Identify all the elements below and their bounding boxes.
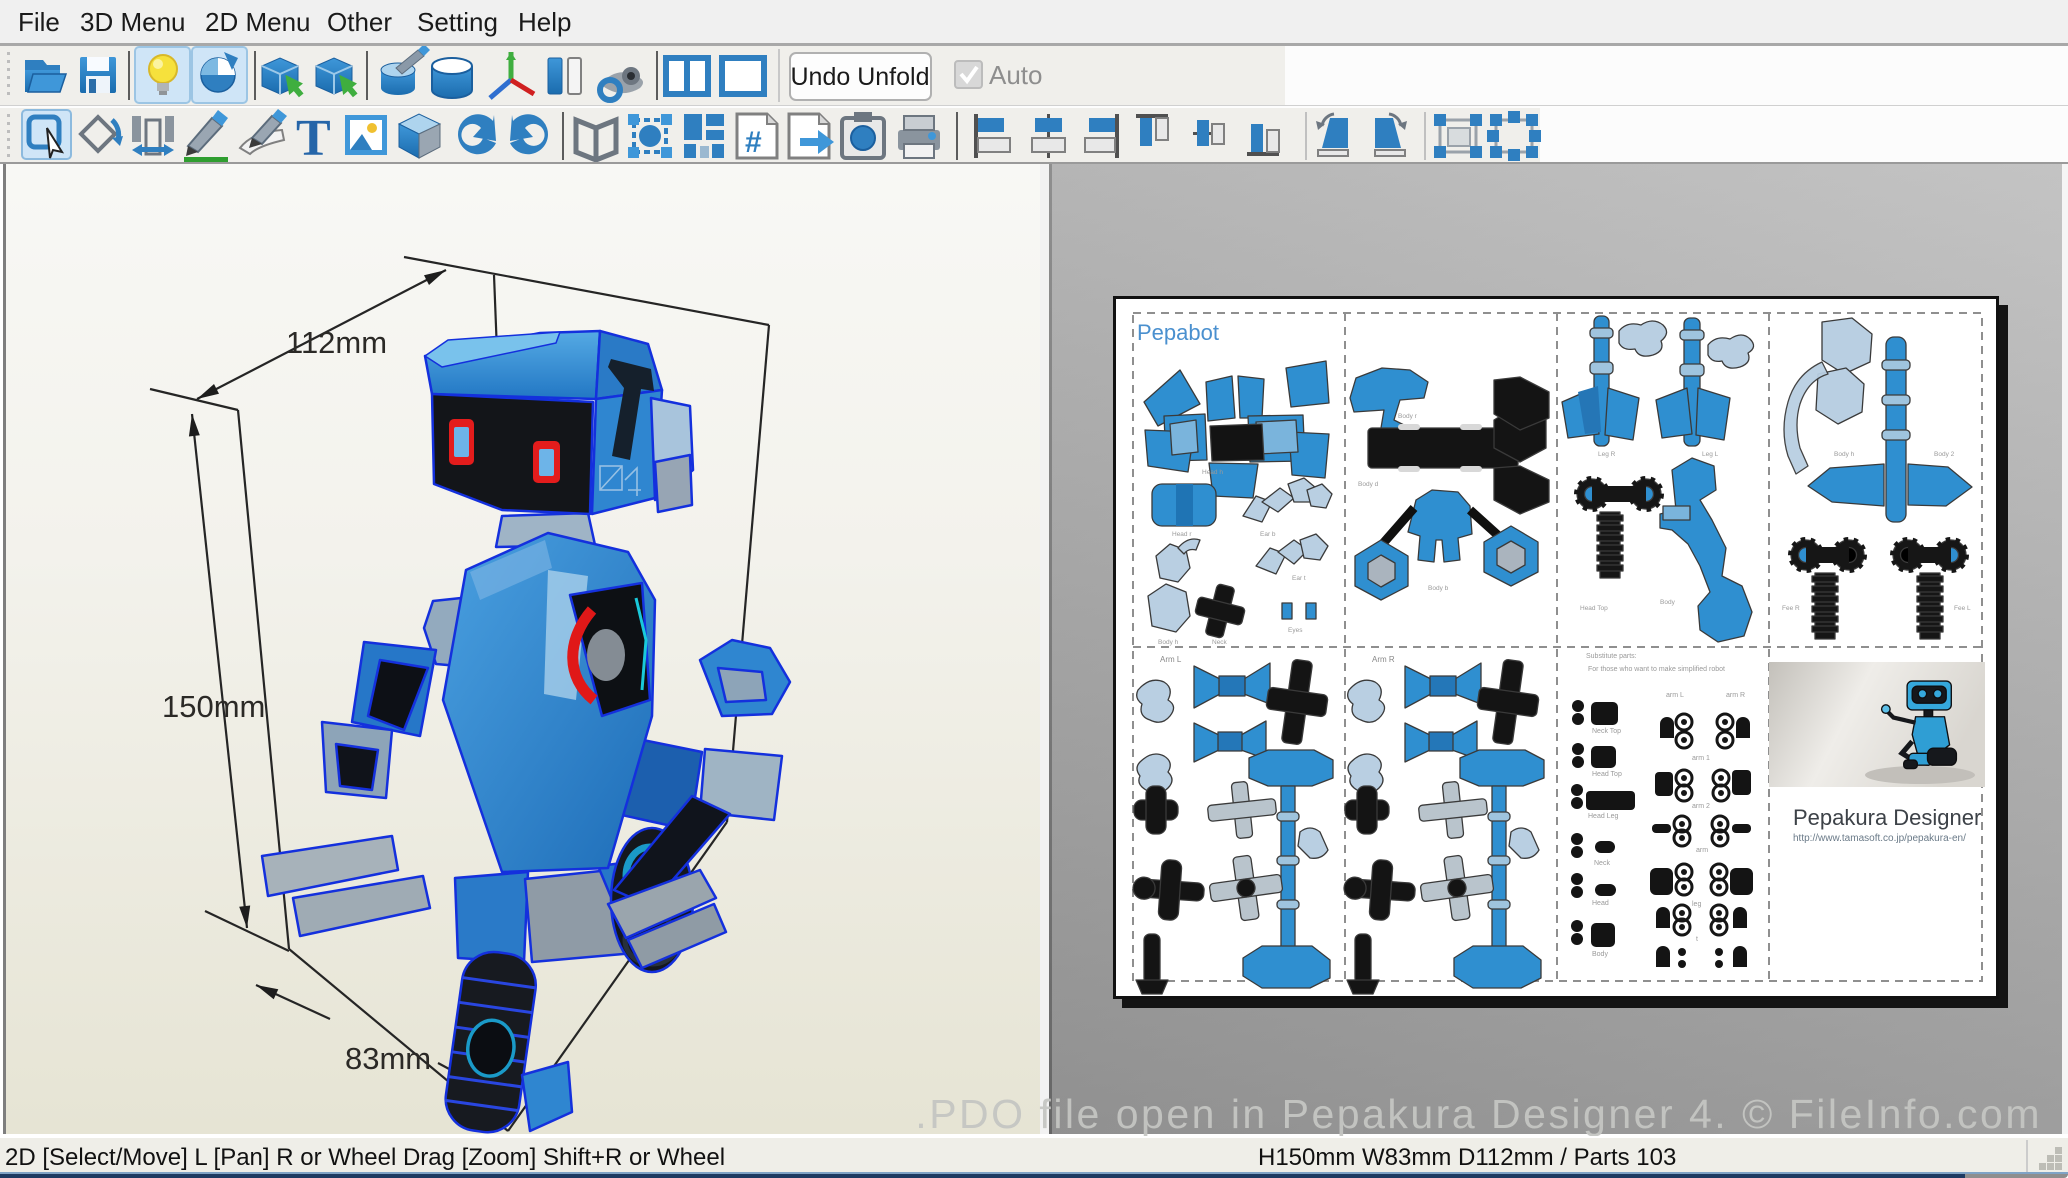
svg-text:Body 2: Body 2 xyxy=(1934,451,1955,458)
svg-text:Substitute parts:: Substitute parts: xyxy=(1586,653,1637,660)
svg-text:arm: arm xyxy=(1696,847,1708,854)
svg-text:Undo Unfold: Undo Unfold xyxy=(791,63,930,91)
svg-text:Body d: Body d xyxy=(1358,481,1379,488)
svg-text:Head Top: Head Top xyxy=(1580,605,1608,612)
svg-text:Fee R: Fee R xyxy=(1782,605,1800,612)
svg-text:83mm: 83mm xyxy=(345,1041,431,1076)
svg-text:Pepakura Designer: Pepakura Designer xyxy=(1793,805,1981,830)
svg-text:Auto: Auto xyxy=(989,60,1043,90)
svg-text:t: t xyxy=(1696,936,1698,943)
svg-text:Leg L: Leg L xyxy=(1702,451,1719,458)
svg-text:Neck: Neck xyxy=(1212,639,1228,646)
svg-text:Ear t: Ear t xyxy=(1292,575,1306,582)
svg-text:Head Top: Head Top xyxy=(1592,771,1622,778)
svg-text:Body: Body xyxy=(1592,951,1608,958)
svg-text:T: T xyxy=(296,110,331,162)
svg-text:Body: Body xyxy=(1660,599,1676,606)
svg-text:Body h: Body h xyxy=(1158,639,1179,646)
svg-text:150mm: 150mm xyxy=(162,689,265,724)
svg-text:Neck Top: Neck Top xyxy=(1592,728,1621,735)
svg-text:Pepabot: Pepabot xyxy=(1137,320,1219,345)
svg-text:For those who want to make sim: For those who want to make simplified ro… xyxy=(1588,666,1725,673)
svg-text:Head r: Head r xyxy=(1172,531,1192,538)
svg-text:Head Leg: Head Leg xyxy=(1588,813,1618,820)
svg-text:leg: leg xyxy=(1692,901,1701,908)
svg-text:#: # xyxy=(745,126,762,159)
svg-text:arm R: arm R xyxy=(1726,692,1745,699)
svg-text:Neck: Neck xyxy=(1594,860,1610,867)
svg-text:arm L: arm L xyxy=(1666,692,1684,699)
svg-text:Eyes: Eyes xyxy=(1288,627,1303,634)
svg-text:http://www.tamasoft.co.jp/pepa: http://www.tamasoft.co.jp/pepakura-en/ xyxy=(1793,833,1966,844)
svg-text:arm 1: arm 1 xyxy=(1692,755,1710,762)
svg-text:Body h: Body h xyxy=(1834,451,1855,458)
svg-text:112mm: 112mm xyxy=(286,325,387,360)
svg-text:arm 2: arm 2 xyxy=(1692,803,1710,810)
svg-text:Head h: Head h xyxy=(1202,469,1223,476)
svg-text:Ear b: Ear b xyxy=(1260,531,1276,538)
svg-text:Arm L: Arm L xyxy=(1160,655,1182,664)
svg-text:Head: Head xyxy=(1592,900,1609,907)
svg-text:Arm R: Arm R xyxy=(1372,655,1395,664)
svg-text:Leg R: Leg R xyxy=(1598,451,1616,458)
svg-text:Fee L: Fee L xyxy=(1954,605,1971,612)
svg-text:Body r: Body r xyxy=(1398,413,1418,420)
svg-text:Body b: Body b xyxy=(1428,585,1449,592)
